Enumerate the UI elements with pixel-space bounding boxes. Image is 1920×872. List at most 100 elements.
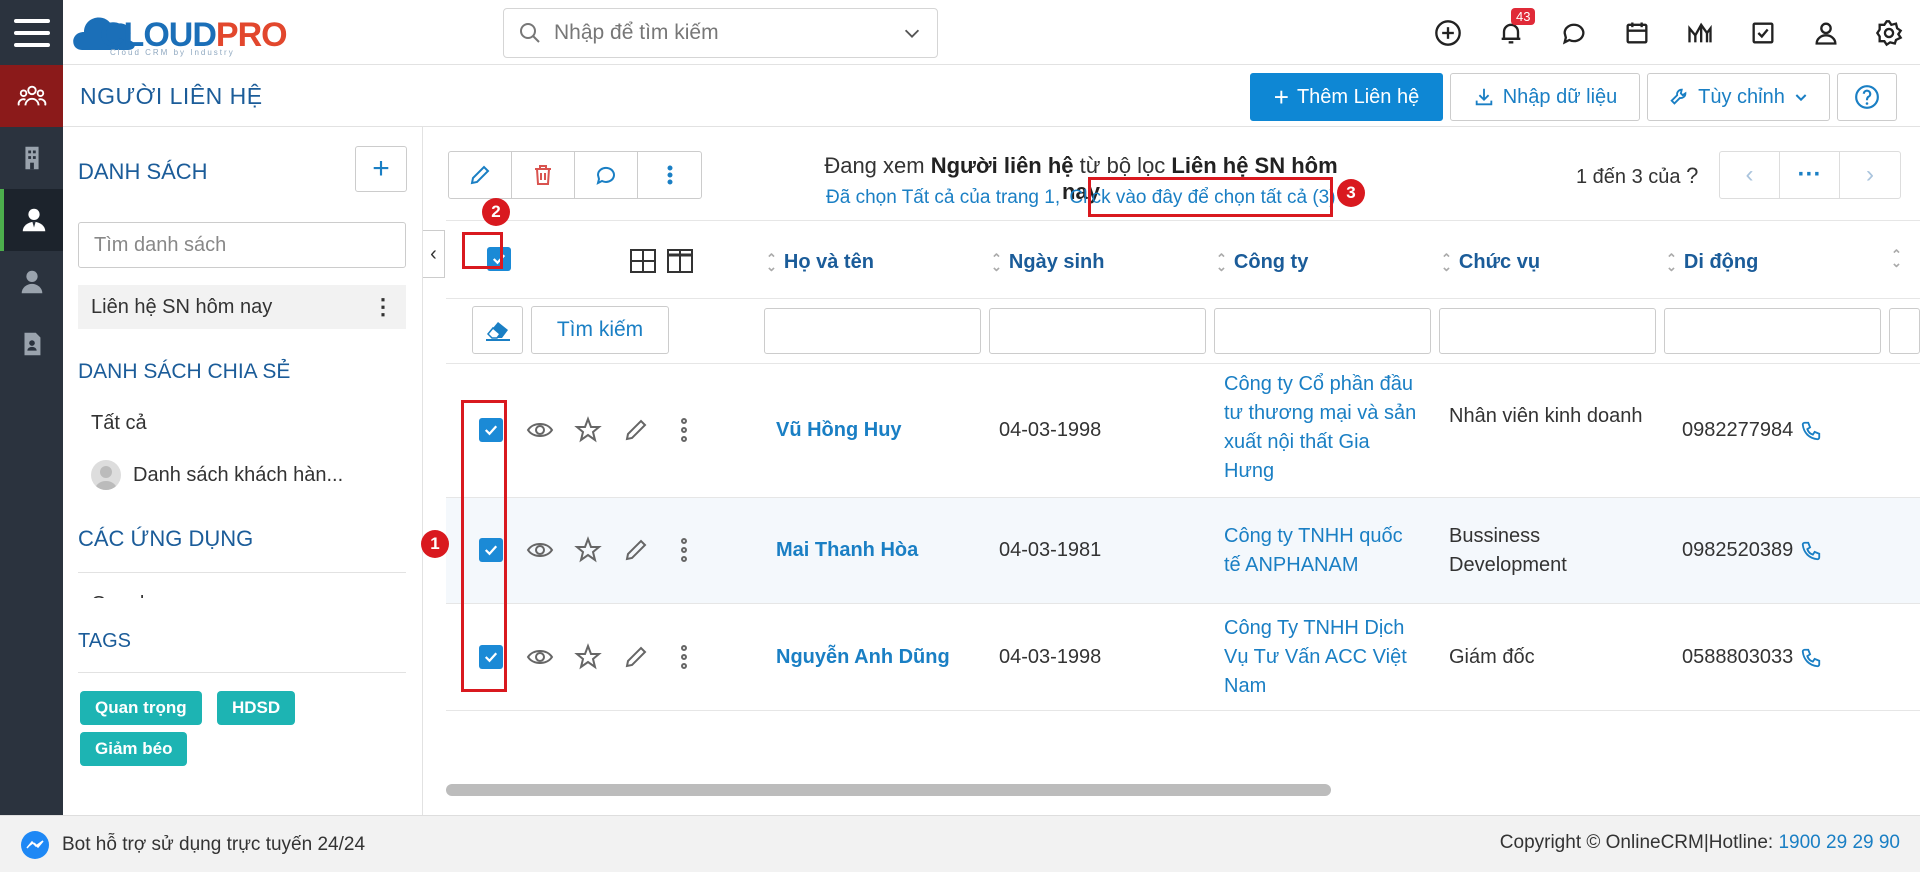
rail-contacts-group[interactable] [0,65,63,127]
contact-name[interactable]: Vũ Hồng Huy [776,416,902,445]
add-contact-button[interactable]: + Thêm Liên hệ [1250,73,1443,121]
sort-icon: ⌃ ⌄ [1216,250,1227,274]
rail-documents[interactable] [0,313,63,375]
eraser-icon [485,322,510,341]
table-row[interactable]: Nguyễn Anh Dũng 04-03-1998 Công Ty TNHH … [446,604,1920,710]
filter-name-input[interactable] [764,308,981,354]
more-vertical-icon[interactable] [670,416,698,444]
plus-icon: + [1273,81,1289,112]
annotation-number: 2 [482,198,510,226]
user-icon[interactable] [1794,0,1857,65]
calendar-icon[interactable] [1605,0,1668,65]
eye-icon[interactable] [526,536,554,564]
more-vertical-icon[interactable] [670,643,698,671]
more-vertical-icon[interactable]: ⋮ [372,294,394,320]
list-item-birthday-today[interactable]: Liên hệ SN hôm nay ⋮ [78,285,406,329]
avatar [91,460,121,490]
edit-button[interactable] [449,152,512,198]
chart-icon[interactable] [1668,0,1731,65]
pencil-icon[interactable] [622,536,650,564]
filter-dob-input[interactable] [989,308,1206,354]
copyright: Copyright © OnlineCRM|Hotline: 1900 29 2… [1500,832,1900,854]
column-layout-icon[interactable] [666,248,694,279]
star-icon[interactable] [574,416,602,444]
grid-view-icon[interactable] [629,248,657,279]
column-header-dob[interactable]: ⌃ ⌄ Ngày sinh [991,251,1104,274]
menu-icon[interactable] [0,0,63,65]
global-search-input[interactable] [554,21,901,45]
hotline-link[interactable]: 1900 29 29 90 [1778,832,1900,853]
tag-important[interactable]: Quan trọng [80,691,202,725]
contact-mobile: 0588803033 [1682,646,1794,668]
tag-user-guide[interactable]: HDSD [217,691,296,725]
collapse-panel-button[interactable]: ‹ [423,230,445,278]
filter-mobile-input[interactable] [1664,308,1881,354]
support-bot[interactable]: Bot hỗ trợ sử dụng trực tuyến 24/24 [20,830,365,860]
rail-organizations[interactable] [0,127,63,189]
help-button[interactable] [1837,73,1897,121]
bell-icon[interactable]: 43 [1479,0,1542,65]
more-vertical-icon[interactable] [670,536,698,564]
filter-title-input[interactable] [1439,308,1656,354]
customize-button[interactable]: Tùy chỉnh [1647,73,1830,121]
tag-weight-loss[interactable]: Giảm béo [80,732,188,766]
chat-icon[interactable] [1542,0,1605,65]
clear-filter-button[interactable] [472,306,523,354]
column-header-name[interactable]: ⌃ ⌄ Họ và tên [766,251,874,274]
notification-badge: 43 [1511,8,1536,25]
import-button[interactable]: Nhập dữ liệu [1450,73,1640,121]
sort-icon: ⌃ ⌄ [1666,250,1677,274]
gear-icon[interactable] [1857,0,1920,65]
add-circle-icon[interactable] [1416,0,1479,65]
contact-dob: 04-03-1981 [999,539,1102,561]
delete-button[interactable] [512,152,575,198]
pencil-icon[interactable] [622,643,650,671]
star-icon[interactable] [574,536,602,564]
next-page-button[interactable]: › [1840,152,1900,198]
column-header-mobile[interactable]: ⌃ ⌄ Di động [1666,251,1758,274]
phone-icon[interactable] [1800,540,1822,562]
pager-total[interactable]: ? [1686,163,1698,188]
contact-company[interactable]: Công Ty TNHH Dịch Vụ Tư Vấn ACC Việt Nam [1224,614,1424,701]
filter-search-button[interactable]: Tìm kiếm [531,306,669,354]
eye-icon[interactable] [526,416,554,444]
list-search-input[interactable] [78,222,406,268]
logo[interactable]: CLOUDPRO Cloud CRM by Industry [72,6,302,58]
rail-contacts[interactable] [0,189,63,251]
add-list-button[interactable]: + [355,146,407,192]
column-header-company[interactable]: ⌃ ⌄ Công ty [1216,251,1308,274]
eye-icon[interactable] [526,643,554,671]
comment-button[interactable] [575,152,638,198]
filter-company-input[interactable] [1214,308,1431,354]
shared-list-customers[interactable]: Danh sách khách hàn... [78,453,406,497]
sort-icon: ⌃ ⌄ [991,250,1002,274]
comment-icon [596,166,615,185]
page-more-button[interactable]: ··· [1780,152,1840,198]
table-row[interactable]: Mai Thanh Hòa 04-03-1981 Công ty TNHH qu… [446,498,1920,603]
contact-name[interactable]: Mai Thanh Hòa [776,536,918,565]
phone-icon[interactable] [1800,420,1822,442]
chevron-down-icon[interactable] [901,22,923,44]
horizontal-scrollbar[interactable] [446,784,1920,796]
table-row[interactable]: Vũ Hồng Huy 04-03-1998 Công ty Cổ phần đ… [446,364,1920,497]
app-item-partial[interactable]: Google [91,582,156,598]
divider [78,672,406,673]
filter-next-input[interactable] [1889,308,1920,354]
scrollbar-thumb[interactable] [446,784,1331,796]
contact-company[interactable]: Công ty Cổ phần đầu tư thương mại và sản… [1224,370,1424,486]
star-icon[interactable] [574,643,602,671]
pencil-icon [470,165,490,185]
shared-list-all[interactable]: Tất cả [78,401,406,445]
more-vertical-icon [667,165,672,185]
column-header-next[interactable]: ⌃ ⌄ [1891,248,1902,269]
rail-leads[interactable] [0,251,63,313]
contact-name[interactable]: Nguyễn Anh Dũng [776,643,950,672]
pencil-icon[interactable] [622,416,650,444]
global-search[interactable] [503,8,938,58]
task-check-icon[interactable] [1731,0,1794,65]
more-actions-button[interactable] [638,152,701,198]
prev-page-button[interactable]: ‹ [1720,152,1780,198]
column-header-title[interactable]: ⌃ ⌄ Chức vụ [1441,251,1540,274]
phone-icon[interactable] [1800,647,1822,669]
contact-company[interactable]: Công ty TNHH quốc tế ANPHANAM [1224,522,1424,580]
